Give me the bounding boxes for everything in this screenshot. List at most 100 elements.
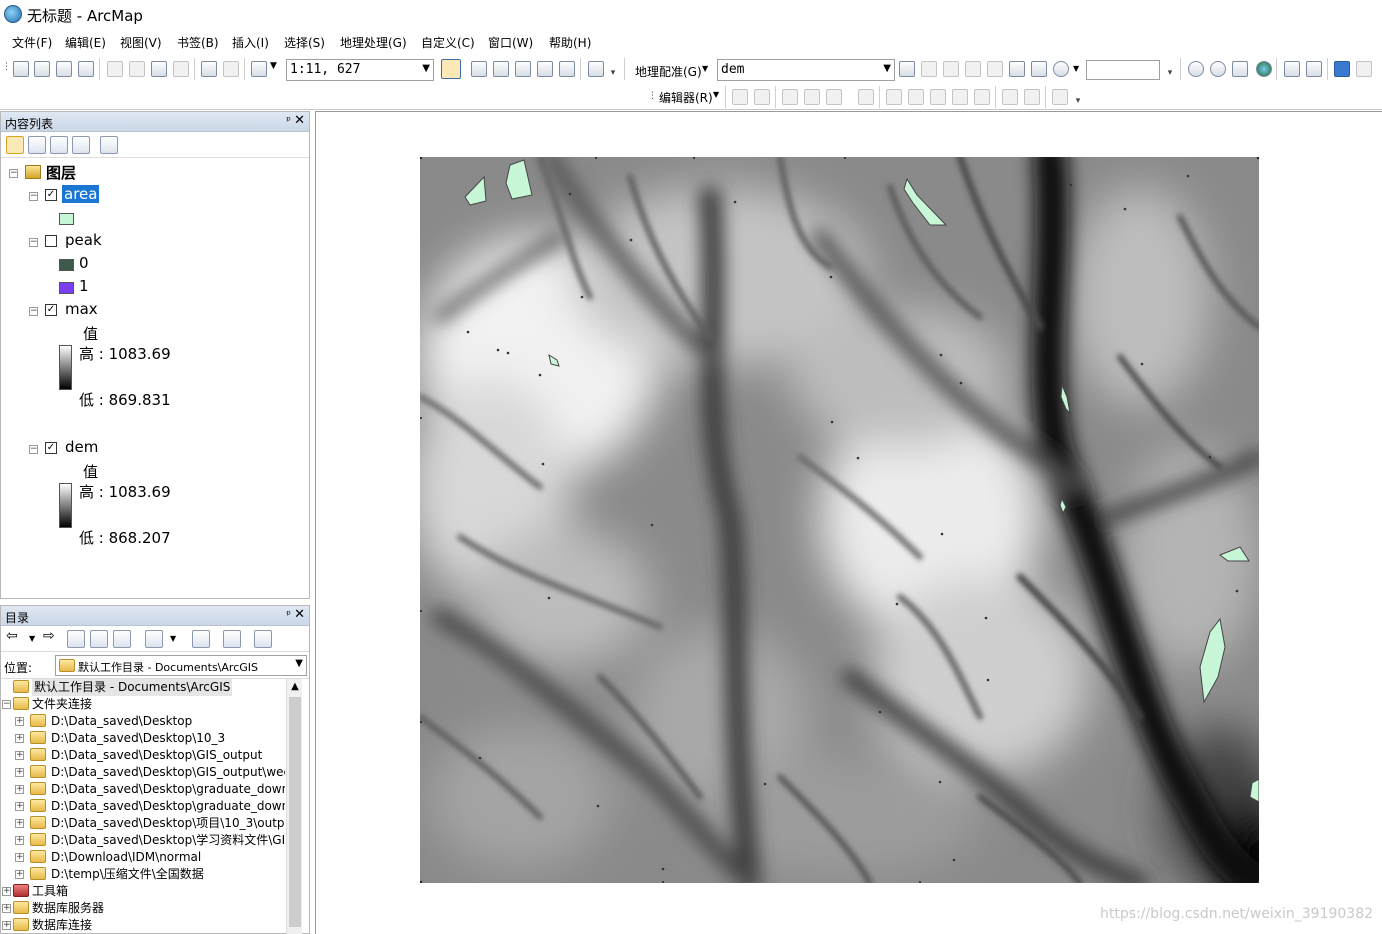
toolbar-options-icon[interactable]: ▾ [609,67,617,79]
editor-toolbar-icon[interactable] [441,59,461,79]
catalog-folder-item[interactable]: + D:\Data_saved\Desktop\graduate_down [1,781,285,798]
viewer-icon[interactable] [1009,61,1025,77]
undo-icon[interactable] [201,61,217,77]
close-icon[interactable]: ✕ [294,113,305,128]
list-by-drawing-order-icon[interactable] [6,136,24,154]
refresh-icon[interactable] [113,630,131,648]
toolbar-grip[interactable]: ⋮ [2,61,11,73]
redo-icon[interactable] [223,61,239,77]
menu-selection[interactable]: 选择(S) [284,34,325,51]
catalog-folder-item[interactable]: + D:\Data_saved\Desktop\graduate_down [1,798,285,815]
list-by-visibility-icon[interactable] [50,136,68,154]
cut-icon[interactable] [107,61,123,77]
create-features-icon[interactable] [1052,89,1068,105]
auto-registration-icon[interactable] [921,61,937,77]
layer-peak-name[interactable]: peak [65,231,102,249]
zoom-in-icon[interactable] [1188,61,1204,77]
end-point-arc-icon[interactable] [804,89,820,105]
expand-icon[interactable]: + [15,853,24,862]
georeference-layer-combo[interactable]: dem ▼ [717,59,895,81]
map-scale-combo[interactable]: 1:11, 627 ▼ [286,59,434,81]
print-icon[interactable] [78,61,94,77]
editor-menu[interactable]: 编辑器(R) [659,89,713,106]
add-data-icon[interactable] [251,61,267,77]
expand-icon[interactable]: + [15,819,24,828]
peak-class-1-swatch[interactable] [59,282,74,294]
home-icon[interactable] [90,630,108,648]
catalog-folder-item[interactable]: + D:\Data_saved\Desktop\GIS_output [1,747,285,764]
chevron-down-icon[interactable]: ▼ [422,63,430,74]
menu-help[interactable]: 帮助(H) [549,34,591,51]
area-symbol-swatch[interactable] [59,213,74,225]
zoom-to-link-icon[interactable] [965,61,981,77]
catalog-window-icon[interactable] [493,61,509,77]
delete-link-icon[interactable] [987,61,1003,77]
location-combo[interactable]: 默认工作目录 - Documents\ArcGIS ▼ [55,655,307,676]
python-window-icon[interactable] [559,61,575,77]
expand-icon[interactable]: + [15,734,24,743]
menu-insert[interactable]: 插入(I) [232,34,269,51]
list-by-selection-icon[interactable] [72,136,90,154]
edit-annotation-icon[interactable] [754,89,770,105]
search-window-icon[interactable] [515,61,531,77]
pin-icon[interactable]: ᵖ [286,114,291,127]
table-of-contents-icon[interactable] [471,61,487,77]
up-one-level-icon[interactable] [67,630,85,648]
delete-icon[interactable] [173,61,189,77]
menu-file[interactable]: 文件(F) [12,34,52,51]
chevron-down-icon[interactable]: ▼ [702,64,708,73]
edit-tool-icon[interactable] [732,89,748,105]
back-arrow-icon[interactable]: ⇦ [6,628,24,646]
toggle-tree-icon[interactable] [223,630,241,648]
catalog-scrollbar[interactable]: ▲ [286,679,302,934]
close-icon[interactable]: ✕ [294,607,305,622]
add-control-points-icon[interactable] [899,61,915,77]
attributes-icon[interactable] [1002,89,1018,105]
catalog-folder-item[interactable]: + D:\Data_saved\Desktop\项目\10_3\outpu [1,815,285,832]
collapse-icon[interactable]: − [2,700,11,709]
expand-icon[interactable]: + [2,904,11,913]
catalog-folder-item[interactable]: + D:\Data_saved\Desktop [1,713,285,730]
open-folder-icon[interactable] [34,61,50,77]
zoom-out-icon[interactable] [1210,61,1226,77]
catalog-folder-item[interactable]: + D:\Data_saved\Desktop\学习资料文件\GI [1,832,285,849]
expand-icon[interactable]: + [15,768,24,777]
layer-max-checkbox[interactable]: ✓ [45,304,57,316]
menu-edit[interactable]: 编辑(E) [65,34,106,51]
cut-polygons-icon[interactable] [930,89,946,105]
connect-folder-icon[interactable] [192,630,210,648]
reshape-feature-icon[interactable] [908,89,924,105]
chevron-down-icon[interactable]: ▼ [29,634,35,643]
catalog-item-home[interactable]: 默认工作目录 - Documents\ArcGIS [1,679,285,696]
rotate-tool-icon[interactable] [974,89,990,105]
paste-icon[interactable] [151,61,167,77]
arctoolbox-icon[interactable] [537,61,553,77]
expand-icon[interactable]: + [15,802,24,811]
georeferencing-menu[interactable]: 地理配准(G) [635,63,702,80]
collapse-icon[interactable]: − [29,238,38,247]
expand-icon[interactable]: + [15,717,24,726]
collapse-icon[interactable]: − [9,169,18,178]
save-icon[interactable] [56,61,72,77]
collapse-icon[interactable]: − [29,192,38,201]
catalog-folder-item[interactable]: + D:\temp\压缩文件\全国数据 [1,866,285,883]
catalog-folder-item[interactable]: + D:\Data_saved\Desktop\GIS_output\wee [1,764,285,781]
rotate-icon[interactable] [1053,61,1069,77]
catalog-item-database-servers[interactable]: + 数据库服务器 [1,900,285,917]
catalog-item-database-connections[interactable]: + 数据库连接 [1,917,285,934]
point-icon[interactable] [858,89,874,105]
back-arrow-icon[interactable] [1334,61,1350,77]
menu-bookmarks[interactable]: 书签(B) [177,34,219,51]
layer-area-checkbox[interactable]: ✓ [45,189,57,201]
menu-customize[interactable]: 自定义(C) [421,34,475,51]
sketch-properties-icon[interactable] [1024,89,1040,105]
layer-dem-checkbox[interactable]: ✓ [45,442,57,454]
toc-root-layers[interactable]: 图层 [46,162,76,183]
catalog-folder-item[interactable]: + D:\Data_saved\Desktop\10_3 [1,730,285,747]
expand-icon[interactable]: + [15,870,24,879]
edit-vertices-icon[interactable] [886,89,902,105]
pan-hand-icon[interactable] [1232,61,1248,77]
trace-icon[interactable] [826,89,842,105]
toolbar-grip[interactable]: ⋮ [648,90,657,102]
model-builder-icon[interactable] [588,61,604,77]
